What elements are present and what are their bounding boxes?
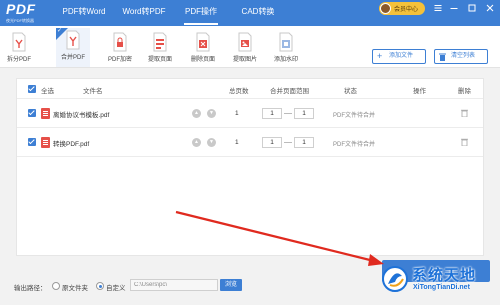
tool-label: 拆分PDF (6, 57, 31, 63)
header-delete: 删除 (458, 88, 471, 95)
extract-pages-icon (153, 32, 167, 52)
close-icon[interactable] (484, 2, 496, 14)
pdf-file-icon (41, 108, 50, 119)
range-from-input[interactable]: 1 (262, 108, 282, 119)
add-file-button[interactable]: + 添加文件 (372, 49, 426, 64)
output-path-label: 输出路径： (14, 285, 47, 292)
range-from-input[interactable]: 1 (262, 137, 282, 148)
radio-custom-folder[interactable] (96, 282, 104, 290)
app-logo: PDF 夜光PDF转换器 (4, 1, 44, 25)
file-name: 离婚协议书模板.pdf (53, 112, 110, 119)
watermark-title: 系统天地 (412, 267, 477, 284)
tool-encrypt-pdf[interactable]: PDF加密 (103, 30, 137, 66)
tool-label: 删除页面 (190, 57, 215, 63)
maximize-icon[interactable] (466, 2, 478, 14)
tool-label: 合并PDF (60, 55, 85, 61)
plus-icon: + (377, 51, 383, 61)
tab-pdf-operations[interactable]: PDF操作 (178, 0, 224, 26)
clear-list-button[interactable]: 清空列表 (434, 49, 488, 64)
tool-extract-images[interactable]: 提取图片 (228, 30, 262, 66)
row-checkbox[interactable] (28, 138, 36, 146)
operations-toolbar: 拆分PDF ✓ 合并PDF PDF加密 提取页面 删除页面 提取图片 添加水印 (0, 26, 500, 68)
menu-icon[interactable] (432, 2, 444, 14)
watermark-url: XiTongTianDi.net (413, 284, 470, 291)
delete-pages-icon (196, 32, 210, 52)
delete-row-icon[interactable] (461, 109, 468, 117)
minimize-icon[interactable] (448, 2, 460, 14)
split-pdf-icon (12, 32, 26, 52)
tab-cad-convert[interactable]: CAD转换 (236, 0, 280, 26)
file-list-table: 全选 文件名 总页数 合并页面范围 状态 操作 删除 离婚协议书模板.pdf ▲… (16, 78, 484, 256)
tool-label: 提取页面 (147, 57, 172, 63)
header-select-all: 全选 (41, 88, 54, 95)
tool-extract-pages[interactable]: 提取页面 (143, 30, 177, 66)
delete-row-icon[interactable] (461, 138, 468, 146)
total-pages: 1 (235, 110, 239, 117)
encrypt-pdf-icon (113, 32, 127, 52)
table-row: 离婚协议书模板.pdf ▲ ▼ 1 1 1 PDF文件待合并 (17, 99, 483, 128)
total-pages: 1 (235, 139, 239, 146)
clear-list-label: 清空列表 (451, 53, 476, 59)
header-status: 状态 (344, 88, 357, 95)
row-status: PDF文件待合并 (333, 142, 376, 148)
browse-button[interactable]: 浏览 (220, 279, 242, 291)
output-path-input[interactable] (130, 279, 218, 291)
header-file-name: 文件名 (83, 88, 103, 95)
move-up-icon[interactable]: ▲ (192, 109, 201, 118)
file-name: 转换PDF.pdf (53, 141, 90, 148)
radio-original-folder[interactable] (52, 282, 60, 290)
range-to-input[interactable]: 1 (294, 137, 314, 148)
tool-merge-pdf[interactable]: ✓ 合并PDF (56, 28, 90, 67)
range-to-input[interactable]: 1 (294, 108, 314, 119)
header-total-pages: 总页数 (229, 88, 249, 95)
radio-custom-folder-label: 自定义 (106, 285, 126, 292)
tool-split-pdf[interactable]: 拆分PDF (2, 30, 36, 66)
range-divider (284, 113, 292, 114)
row-checkbox[interactable] (28, 109, 36, 117)
row-status: PDF文件待合并 (333, 113, 376, 119)
tool-add-watermark[interactable]: 添加水印 (269, 30, 303, 66)
tool-label: 提取图片 (232, 57, 257, 63)
extract-images-icon (238, 32, 252, 52)
radio-original-folder-label: 原文件夹 (62, 285, 88, 292)
check-icon: ✓ (57, 28, 63, 34)
watermark-logo (382, 266, 408, 292)
table-header: 全选 文件名 总页数 合并页面范围 状态 操作 删除 (17, 79, 483, 99)
tool-label: 添加水印 (273, 57, 298, 63)
logo-subtitle: 夜光PDF转换器 (6, 18, 34, 23)
move-up-icon[interactable]: ▲ (192, 138, 201, 147)
pdf-converter-window: PDF 夜光PDF转换器 PDF转Word Word转PDF PDF操作 CAD… (0, 0, 500, 305)
trash-icon (439, 50, 446, 63)
pdf-file-icon (41, 137, 50, 148)
move-down-icon[interactable]: ▼ (207, 109, 216, 118)
site-watermark: 系统天地 XiTongTianDi.net (380, 262, 498, 304)
title-bar: PDF 夜光PDF转换器 PDF转Word Word转PDF PDF操作 CAD… (0, 0, 500, 26)
header-merge-range: 合并页面范围 (270, 88, 309, 95)
logo-text: PDF (6, 1, 36, 17)
range-divider (284, 142, 292, 143)
add-file-label: 添加文件 (389, 53, 414, 59)
tab-pdf-to-word[interactable]: PDF转Word (58, 0, 110, 26)
tool-label: PDF加密 (107, 57, 132, 63)
add-watermark-icon (279, 32, 293, 52)
table-row: 转换PDF.pdf ▲ ▼ 1 1 1 PDF文件待合并 (17, 128, 483, 157)
member-center-label: 会员中心 (394, 7, 419, 13)
tab-word-to-pdf[interactable]: Word转PDF (116, 0, 172, 26)
move-down-icon[interactable]: ▼ (207, 138, 216, 147)
header-operation: 操作 (413, 88, 426, 95)
member-center-button[interactable]: 会员中心 (379, 2, 425, 15)
avatar (380, 3, 391, 14)
select-all-checkbox[interactable] (28, 85, 36, 93)
tool-delete-pages[interactable]: 删除页面 (186, 30, 220, 66)
